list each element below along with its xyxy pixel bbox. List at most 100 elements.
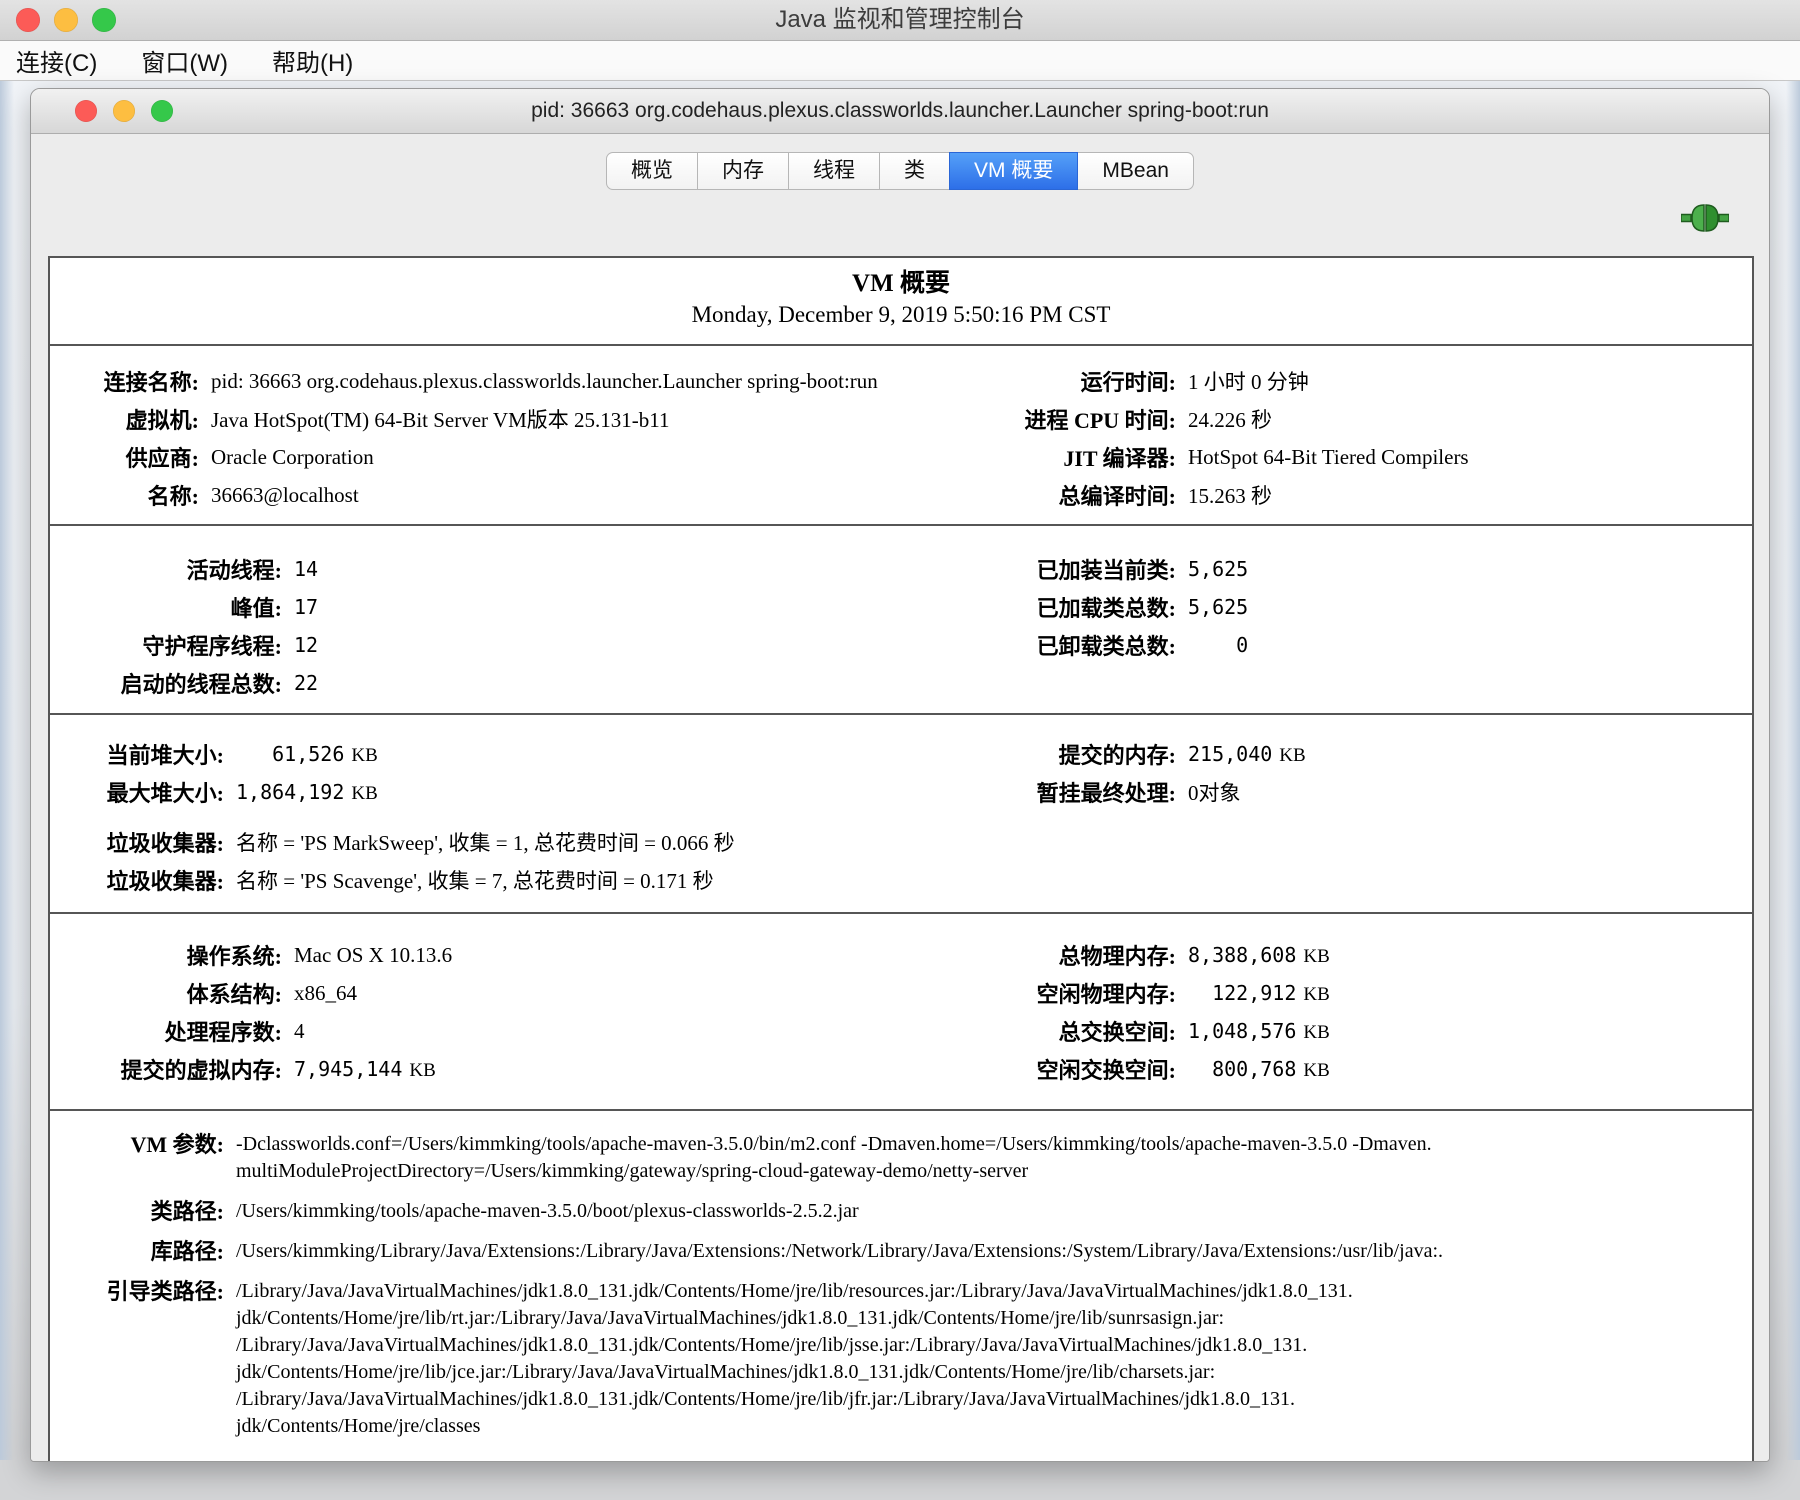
- value: Java HotSpot(TM) 64-Bit Server VM版本 25.1…: [211, 404, 924, 434]
- label: 提交的内存:: [936, 738, 1176, 770]
- vm-arguments-value: -Dclassworlds.conf=/Users/kimmking/tools…: [236, 1131, 1744, 1185]
- value: 4: [294, 1019, 924, 1044]
- label: 空闲物理内存:: [936, 977, 1176, 1009]
- vm-summary-panel: VM 概要 Monday, December 9, 2019 5:50:16 P…: [48, 256, 1754, 1462]
- label: JIT 编译器:: [936, 441, 1176, 473]
- value: 22: [294, 671, 318, 695]
- value: 12: [294, 633, 318, 657]
- label: 库路径:: [58, 1238, 224, 1265]
- label: 已加载类总数:: [936, 591, 1176, 623]
- value: 1,048,576: [1188, 1019, 1296, 1043]
- label: 活动线程:: [58, 553, 282, 585]
- label: 已加装当前类:: [936, 553, 1176, 585]
- value: Mac OS X 10.13.6: [294, 943, 924, 968]
- value: Oracle Corporation: [211, 445, 924, 470]
- label: 虚拟机:: [58, 403, 199, 435]
- label: 总物理内存:: [936, 939, 1176, 971]
- tab-vm-summary[interactable]: VM 概要: [949, 152, 1078, 190]
- connection-window-body: 概览 内存 线程 类 VM 概要 MBean VM 概要: [31, 134, 1769, 1462]
- class-path-value: /Users/kimmking/tools/apache-maven-3.5.0…: [236, 1198, 1744, 1225]
- label: 空闲交换空间:: [936, 1053, 1176, 1085]
- label: VM 参数:: [58, 1131, 224, 1158]
- section-operating-system: 操作系统: Mac OS X 10.13.6 总物理内存: 8,388,608 K…: [50, 912, 1752, 1109]
- summary-header: VM 概要 Monday, December 9, 2019 5:50:16 P…: [50, 258, 1752, 344]
- section-threads-classes: 活动线程: 14 已加装当前类: 5,625 峰值: 17 已加载类总数: 5,…: [50, 524, 1752, 713]
- label: 启动的线程总数:: [58, 667, 282, 699]
- label: 守护程序线程:: [58, 629, 282, 661]
- connection-window-title: pid: 36663 org.codehaus.plexus.classworl…: [31, 89, 1769, 133]
- value: 7,945,144: [294, 1057, 402, 1081]
- summary-timestamp: Monday, December 9, 2019 5:50:16 PM CST: [50, 300, 1752, 330]
- value: 1 小时 0 分钟: [1188, 366, 1744, 396]
- label: 峰值:: [58, 591, 282, 623]
- library-path-value: /Users/kimmking/Library/Java/Extensions:…: [236, 1238, 1744, 1265]
- label: 供应商:: [58, 441, 199, 473]
- unit: KB: [351, 783, 377, 804]
- label: 垃圾收集器:: [58, 826, 224, 858]
- unit: KB: [1303, 1060, 1329, 1081]
- label: 操作系统:: [58, 939, 282, 971]
- unit: KB: [1279, 745, 1305, 766]
- menu-bar: 连接(C) 窗口(W) 帮助(H): [0, 41, 1800, 81]
- tab-bar: 概览 内存 线程 类 VM 概要 MBean: [31, 152, 1769, 190]
- label: 名称:: [58, 479, 199, 511]
- label: 处理程序数:: [58, 1015, 282, 1047]
- unit: KB: [351, 745, 377, 766]
- connection-window: pid: 36663 org.codehaus.plexus.classworl…: [30, 88, 1770, 1462]
- section-connection: 连接名称: pid: 36663 org.codehaus.plexus.cla…: [50, 344, 1752, 524]
- label: 已卸载类总数:: [936, 629, 1176, 661]
- section-memory: 当前堆大小: 61,526KB 提交的内存: 215,040KB 最大堆大小: …: [50, 713, 1752, 811]
- tab-overview[interactable]: 概览: [606, 152, 698, 190]
- value: 36663@localhost: [211, 483, 924, 508]
- label: 总编译时间:: [936, 479, 1176, 511]
- value: 17: [294, 595, 318, 619]
- value: 24.226 秒: [1188, 404, 1744, 434]
- value: 122,912: [1188, 981, 1296, 1005]
- value: 0: [1188, 633, 1248, 657]
- value: 15.263 秒: [1188, 480, 1744, 510]
- menu-help[interactable]: 帮助(H): [272, 43, 353, 78]
- app-titlebar[interactable]: Java 监视和管理控制台: [0, 0, 1800, 41]
- connection-status-icon: [1681, 200, 1729, 236]
- label: 连接名称:: [58, 365, 199, 397]
- value: 0对象: [1188, 777, 1744, 807]
- unit: KB: [409, 1060, 435, 1081]
- value: 800,768: [1188, 1057, 1296, 1081]
- unit: KB: [1303, 1022, 1329, 1043]
- unit: KB: [1303, 984, 1329, 1005]
- unit: KB: [1303, 946, 1329, 967]
- section-garbage-collectors: 垃圾收集器: 名称 = 'PS MarkSweep', 收集 = 1, 总花费时…: [50, 811, 1752, 912]
- tab-threads[interactable]: 线程: [788, 152, 880, 190]
- value: 1,864,192: [236, 780, 344, 804]
- tab-mbean[interactable]: MBean: [1077, 152, 1194, 190]
- tab-classes[interactable]: 类: [879, 152, 950, 190]
- label: 体系结构:: [58, 977, 282, 1009]
- value: 5,625: [1188, 557, 1248, 581]
- value: 名称 = 'PS Scavenge', 收集 = 7, 总花费时间 = 0.17…: [236, 865, 1744, 895]
- boot-class-path-value: /Library/Java/JavaVirtualMachines/jdk1.8…: [236, 1278, 1744, 1440]
- label: 引导类路径:: [58, 1278, 224, 1305]
- label: 提交的虚拟内存:: [58, 1053, 282, 1085]
- section-vm-paths: VM 参数: -Dclassworlds.conf=/Users/kimmkin…: [50, 1109, 1752, 1462]
- label: 暂挂最终处理:: [936, 776, 1176, 808]
- summary-title: VM 概要: [50, 268, 1752, 300]
- tab-memory[interactable]: 内存: [697, 152, 789, 190]
- label: 运行时间:: [936, 365, 1176, 397]
- label: 总交换空间:: [936, 1015, 1176, 1047]
- value: pid: 36663 org.codehaus.plexus.classworl…: [211, 369, 924, 394]
- label: 垃圾收集器:: [58, 864, 224, 896]
- label: 当前堆大小:: [58, 738, 224, 770]
- value: HotSpot 64-Bit Tiered Compilers: [1188, 445, 1744, 470]
- menu-window[interactable]: 窗口(W): [141, 43, 228, 78]
- desktop-pane: pid: 36663 org.codehaus.plexus.classworl…: [0, 81, 1800, 1500]
- value: 215,040: [1188, 742, 1272, 766]
- menu-connection[interactable]: 连接(C): [16, 43, 97, 78]
- connection-window-titlebar[interactable]: pid: 36663 org.codehaus.plexus.classworl…: [31, 89, 1769, 134]
- app-title: Java 监视和管理控制台: [0, 0, 1800, 40]
- label: 进程 CPU 时间:: [936, 403, 1176, 435]
- value: 14: [294, 557, 318, 581]
- value: 8,388,608: [1188, 943, 1296, 967]
- value: 61,526: [236, 742, 344, 766]
- value: 5,625: [1188, 595, 1248, 619]
- value: 名称 = 'PS MarkSweep', 收集 = 1, 总花费时间 = 0.0…: [236, 827, 1744, 857]
